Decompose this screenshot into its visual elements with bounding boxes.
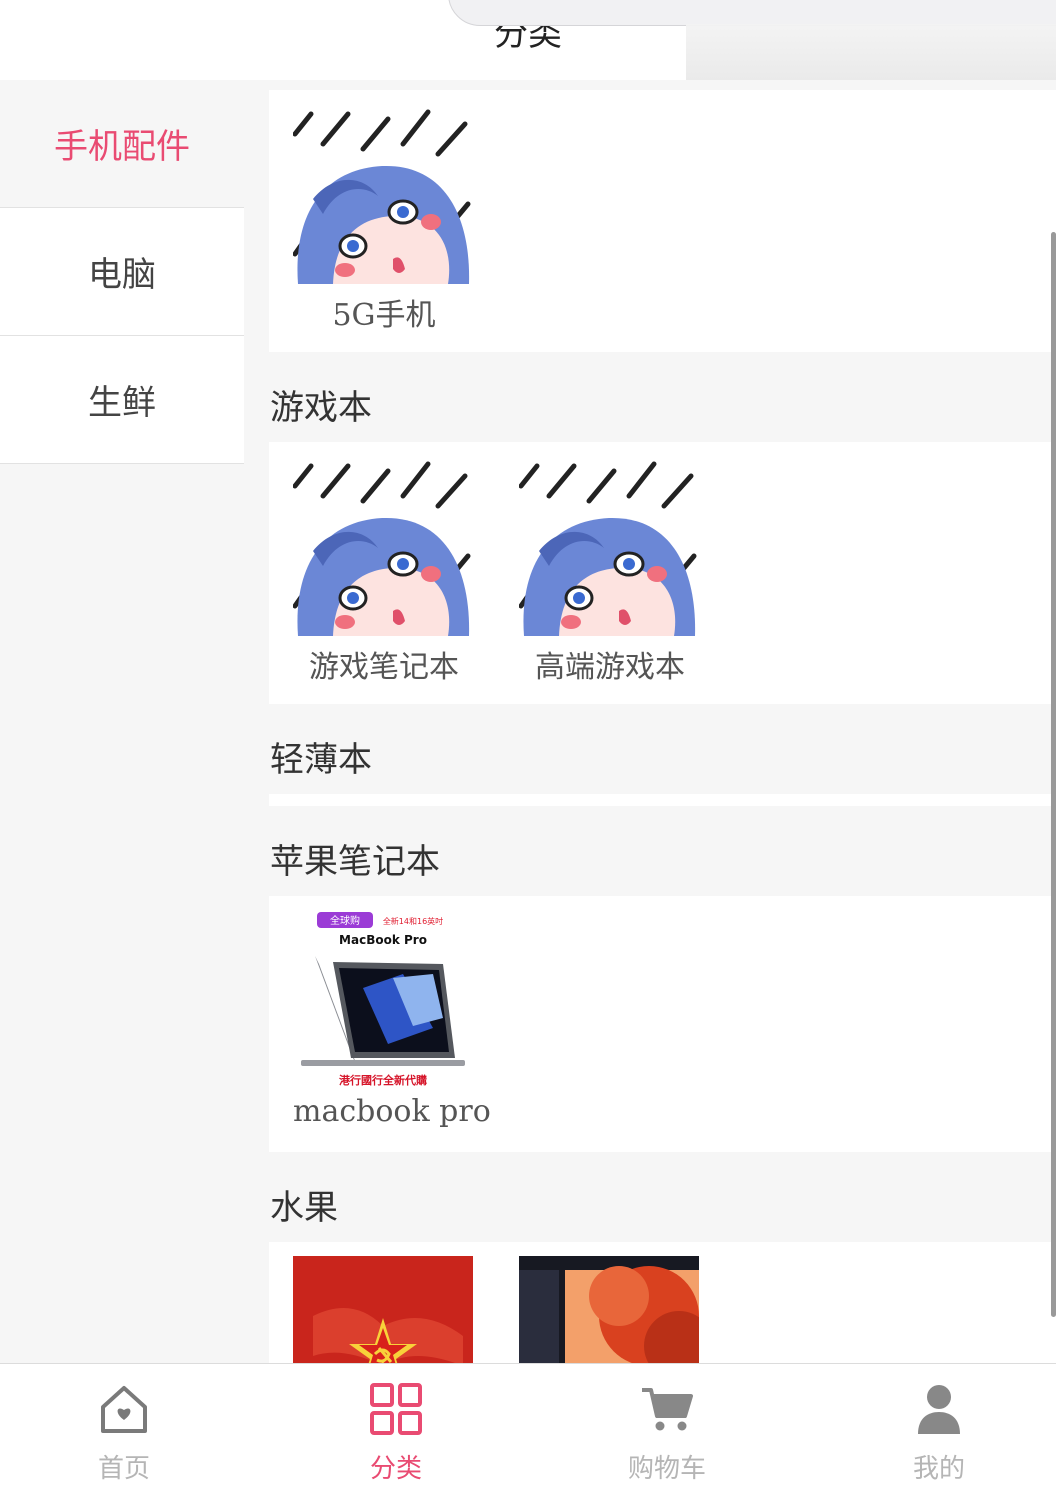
section-title: 轻薄本 — [270, 740, 372, 780]
product-panel — [269, 1242, 1056, 1364]
product-label: 高端游戏本 — [535, 650, 685, 685]
category-grid-icon — [370, 1383, 422, 1435]
section-title: 水果 — [270, 1188, 338, 1228]
browser-overlay-pill — [448, 0, 1056, 26]
product-label: 5G手机 — [332, 298, 436, 333]
product-item-5g-phone[interactable]: 5G手机 — [293, 104, 475, 334]
ad-tagline-text: 全新14和16英吋 — [383, 916, 443, 926]
product-label: 游戏笔记本 — [309, 650, 459, 685]
ad-badge-text: 全球购 — [330, 914, 360, 927]
product-panel-empty — [269, 794, 1056, 806]
product-panel: 全球购 全新14和16英吋 MacBook Pro 港行國行全新代購 macbo… — [269, 896, 1056, 1152]
product-label: macbook pro — [293, 1094, 491, 1129]
category-content: 5G手机 游戏本 游戏笔记本 高端游戏本 轻薄本 苹果笔记本 全球购 全新14和… — [244, 80, 1056, 1364]
tab-category[interactable]: 分类 — [296, 1364, 496, 1487]
sidebar-item-phone-accessories[interactable]: 手机配件 — [0, 80, 244, 208]
bottom-tab-bar: 首页 分类 购物车 我的 — [0, 1363, 1056, 1487]
anime-girl-image — [519, 456, 699, 636]
tab-label: 购物车 — [627, 1454, 706, 1484]
section-title: 游戏本 — [270, 388, 372, 428]
product-panel: 5G手机 — [269, 90, 1056, 352]
sidebar-item-fresh-food[interactable]: 生鲜 — [0, 336, 244, 464]
product-item-macbook-pro[interactable]: 全球购 全新14和16英吋 MacBook Pro 港行國行全新代購 macbo… — [293, 908, 491, 1129]
ad-name-text: MacBook Pro — [339, 933, 427, 947]
product-item-high-end-gaming-laptop[interactable]: 高端游戏本 — [519, 456, 701, 686]
product-item-fruit-1[interactable] — [293, 1256, 475, 1364]
product-item-fruit-2[interactable] — [519, 1256, 701, 1364]
product-panel: 游戏笔记本 高端游戏本 — [269, 442, 1056, 704]
home-icon — [101, 1386, 147, 1433]
tab-home[interactable]: 首页 — [24, 1364, 224, 1487]
ad-footer-text: 港行國行全新代購 — [339, 1073, 427, 1087]
sidebar-item-computer[interactable]: 电脑 — [0, 208, 244, 336]
anime-girl-image — [293, 104, 473, 284]
anime-girl-image — [293, 456, 473, 636]
user-icon — [918, 1385, 960, 1434]
cart-icon — [642, 1388, 693, 1431]
tab-label: 我的 — [912, 1454, 965, 1484]
red-flag-image — [293, 1256, 473, 1364]
autumn-window-image — [519, 1256, 699, 1364]
tab-label: 分类 — [369, 1454, 422, 1484]
scrollbar[interactable] — [1051, 232, 1056, 1317]
section-title: 苹果笔记本 — [270, 842, 440, 882]
tab-cart[interactable]: 购物车 — [567, 1364, 767, 1487]
product-item-gaming-laptop[interactable]: 游戏笔记本 — [293, 456, 475, 686]
category-sidebar: 手机配件 电脑 生鲜 — [0, 80, 244, 1364]
tab-label: 首页 — [97, 1454, 150, 1484]
macbook-image: 全球购 全新14和16英吋 MacBook Pro 港行國行全新代購 — [293, 908, 473, 1088]
tab-profile[interactable]: 我的 — [839, 1364, 1039, 1487]
